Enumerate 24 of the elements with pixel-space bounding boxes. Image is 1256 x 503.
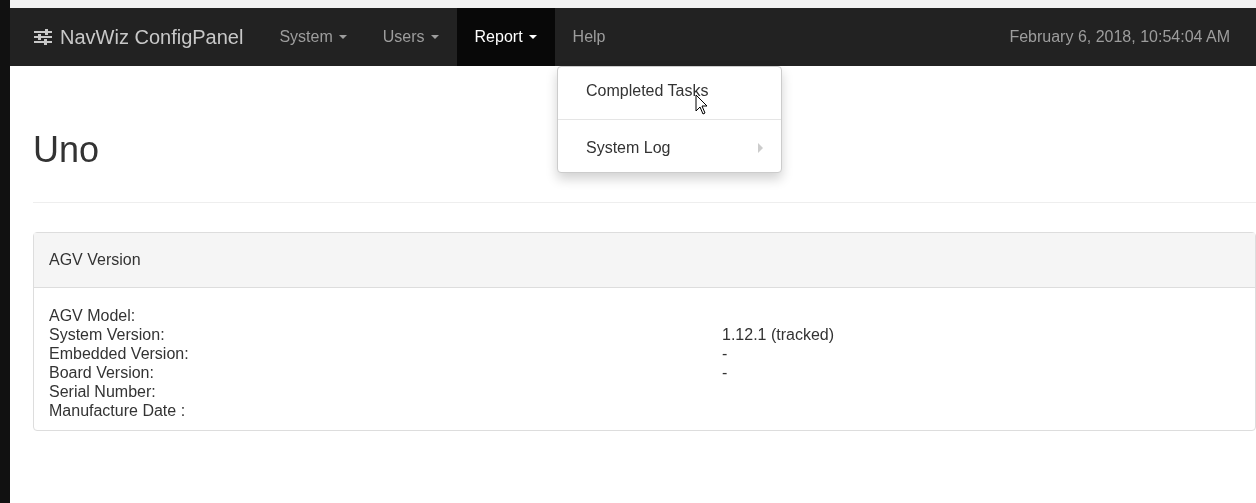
field-label: Serial Number: — [49, 382, 157, 401]
menu-item[interactable]: System Log — [558, 129, 781, 167]
panel-heading: AGV Version — [34, 233, 1255, 288]
nav-menu[interactable]: Report — [456, 8, 555, 66]
field-value: - — [722, 363, 729, 382]
field-label: Board Version: — [49, 363, 155, 382]
datetime: February 6, 2018, 10:54:04 AM — [1009, 28, 1231, 46]
field-value: - — [722, 344, 729, 363]
field-label: AGV Model: — [49, 306, 137, 325]
brand-link[interactable]: NavWiz ConfigPanel — [10, 8, 262, 66]
nav-menu[interactable]: Users — [364, 8, 457, 66]
sliders-icon — [34, 29, 52, 45]
submenu-arrow-icon — [758, 143, 763, 153]
field-label: System Version: — [49, 325, 166, 344]
nav-menu[interactable]: System — [261, 8, 365, 66]
field-value: 1.12.1 (tracked) — [722, 325, 836, 344]
caret-icon — [528, 35, 537, 39]
nav-menu[interactable]: Help — [554, 8, 624, 66]
field-label: Manufacture Date : — [49, 401, 187, 420]
field-label: Embedded Version: — [49, 344, 190, 363]
cursor-icon — [695, 94, 709, 115]
caret-icon — [338, 35, 347, 39]
page-title: Uno — [33, 128, 100, 172]
caret-icon — [430, 35, 439, 39]
